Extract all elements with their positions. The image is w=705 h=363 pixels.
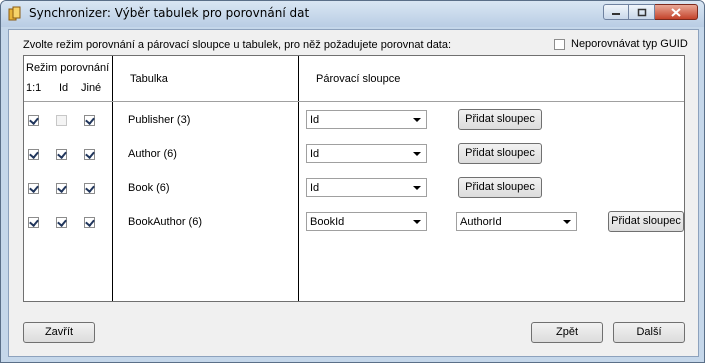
column-divider: [112, 56, 113, 301]
pair-column-select[interactable]: Id: [306, 144, 427, 163]
dialog-content: Zvolte režim porovnání a párovací sloupc…: [8, 29, 699, 357]
guid-option-label: Neporovnávat typ GUID: [571, 38, 688, 50]
mode-col-other: Jiné: [81, 82, 102, 94]
pair-column-select[interactable]: AuthorId: [456, 212, 577, 231]
mode-id-checkbox[interactable]: [56, 217, 67, 228]
pair-column-select[interactable]: Id: [306, 110, 427, 129]
mode-1to1-checkbox[interactable]: [28, 183, 39, 194]
add-column-button[interactable]: Přidat sloupec: [458, 143, 542, 164]
add-column-button[interactable]: Přidat sloupec: [458, 109, 542, 130]
dialog-window: Synchronizer: Výběr tabulek pro porovnán…: [0, 0, 705, 363]
pair-column-header: Párovací sloupce: [316, 73, 401, 85]
pair-column-value: BookId: [310, 216, 345, 228]
mode-header: Režim porovnání: [26, 62, 110, 74]
mode-id-checkbox[interactable]: [56, 115, 67, 126]
table-name: Book (6): [128, 182, 170, 194]
mode-1to1-checkbox[interactable]: [28, 217, 39, 228]
caption-buttons: [603, 4, 698, 21]
tables-panel: Režim porovnání 1:1 Id Jiné Tabulka Páro…: [23, 55, 685, 302]
chevron-down-icon: [413, 220, 421, 224]
guid-option[interactable]: Neporovnávat typ GUID: [554, 38, 688, 50]
table-name: Publisher (3): [128, 114, 191, 126]
add-column-button[interactable]: Přidat sloupec: [458, 177, 542, 198]
app-icon: [8, 6, 21, 21]
mode-other-checkbox[interactable]: [84, 115, 95, 126]
pair-column-select[interactable]: Id: [306, 178, 427, 197]
guid-checkbox[interactable]: [554, 38, 565, 50]
table-name: Author (6): [128, 148, 177, 160]
mode-col-id: Id: [59, 82, 69, 94]
back-button[interactable]: Zpět: [531, 322, 603, 343]
chevron-down-icon: [413, 186, 421, 190]
pair-column-select[interactable]: BookId: [306, 212, 427, 231]
mode-id-checkbox[interactable]: [56, 183, 67, 194]
header-divider: [24, 101, 684, 102]
column-divider: [298, 56, 299, 301]
table-name: BookAuthor (6): [128, 216, 202, 228]
add-column-button[interactable]: Přidat sloupec: [608, 211, 684, 232]
pair-column-value: Id: [310, 114, 320, 126]
table-column-header: Tabulka: [130, 73, 168, 85]
mode-1to1-checkbox[interactable]: [28, 115, 39, 126]
chevron-down-icon: [413, 118, 421, 122]
minimize-button[interactable]: [603, 4, 629, 20]
close-button[interactable]: [655, 4, 698, 20]
close-icon: [671, 7, 681, 17]
maximize-button[interactable]: [629, 4, 655, 20]
pair-column-value: AuthorId: [460, 216, 502, 228]
window-title: Synchronizer: Výběr tabulek pro porovnán…: [29, 6, 310, 20]
chevron-down-icon: [563, 220, 571, 224]
instruction-text: Zvolte režim porovnání a párovací sloupc…: [23, 39, 452, 51]
pair-column-value: Id: [310, 148, 320, 160]
mode-col-1to1: 1:1: [26, 82, 42, 94]
mode-1to1-checkbox[interactable]: [28, 149, 39, 160]
close-dialog-button[interactable]: Zavřít: [23, 322, 95, 343]
next-button[interactable]: Další: [613, 322, 685, 343]
pair-column-value: Id: [310, 182, 320, 194]
mode-other-checkbox[interactable]: [84, 217, 95, 228]
mode-other-checkbox[interactable]: [84, 183, 95, 194]
chevron-down-icon: [413, 152, 421, 156]
mode-id-checkbox[interactable]: [56, 149, 67, 160]
minimize-icon: [612, 13, 620, 15]
maximize-icon: [637, 8, 646, 16]
title-bar[interactable]: Synchronizer: Výběr tabulek pro porovnán…: [1, 1, 704, 27]
mode-other-checkbox[interactable]: [84, 149, 95, 160]
